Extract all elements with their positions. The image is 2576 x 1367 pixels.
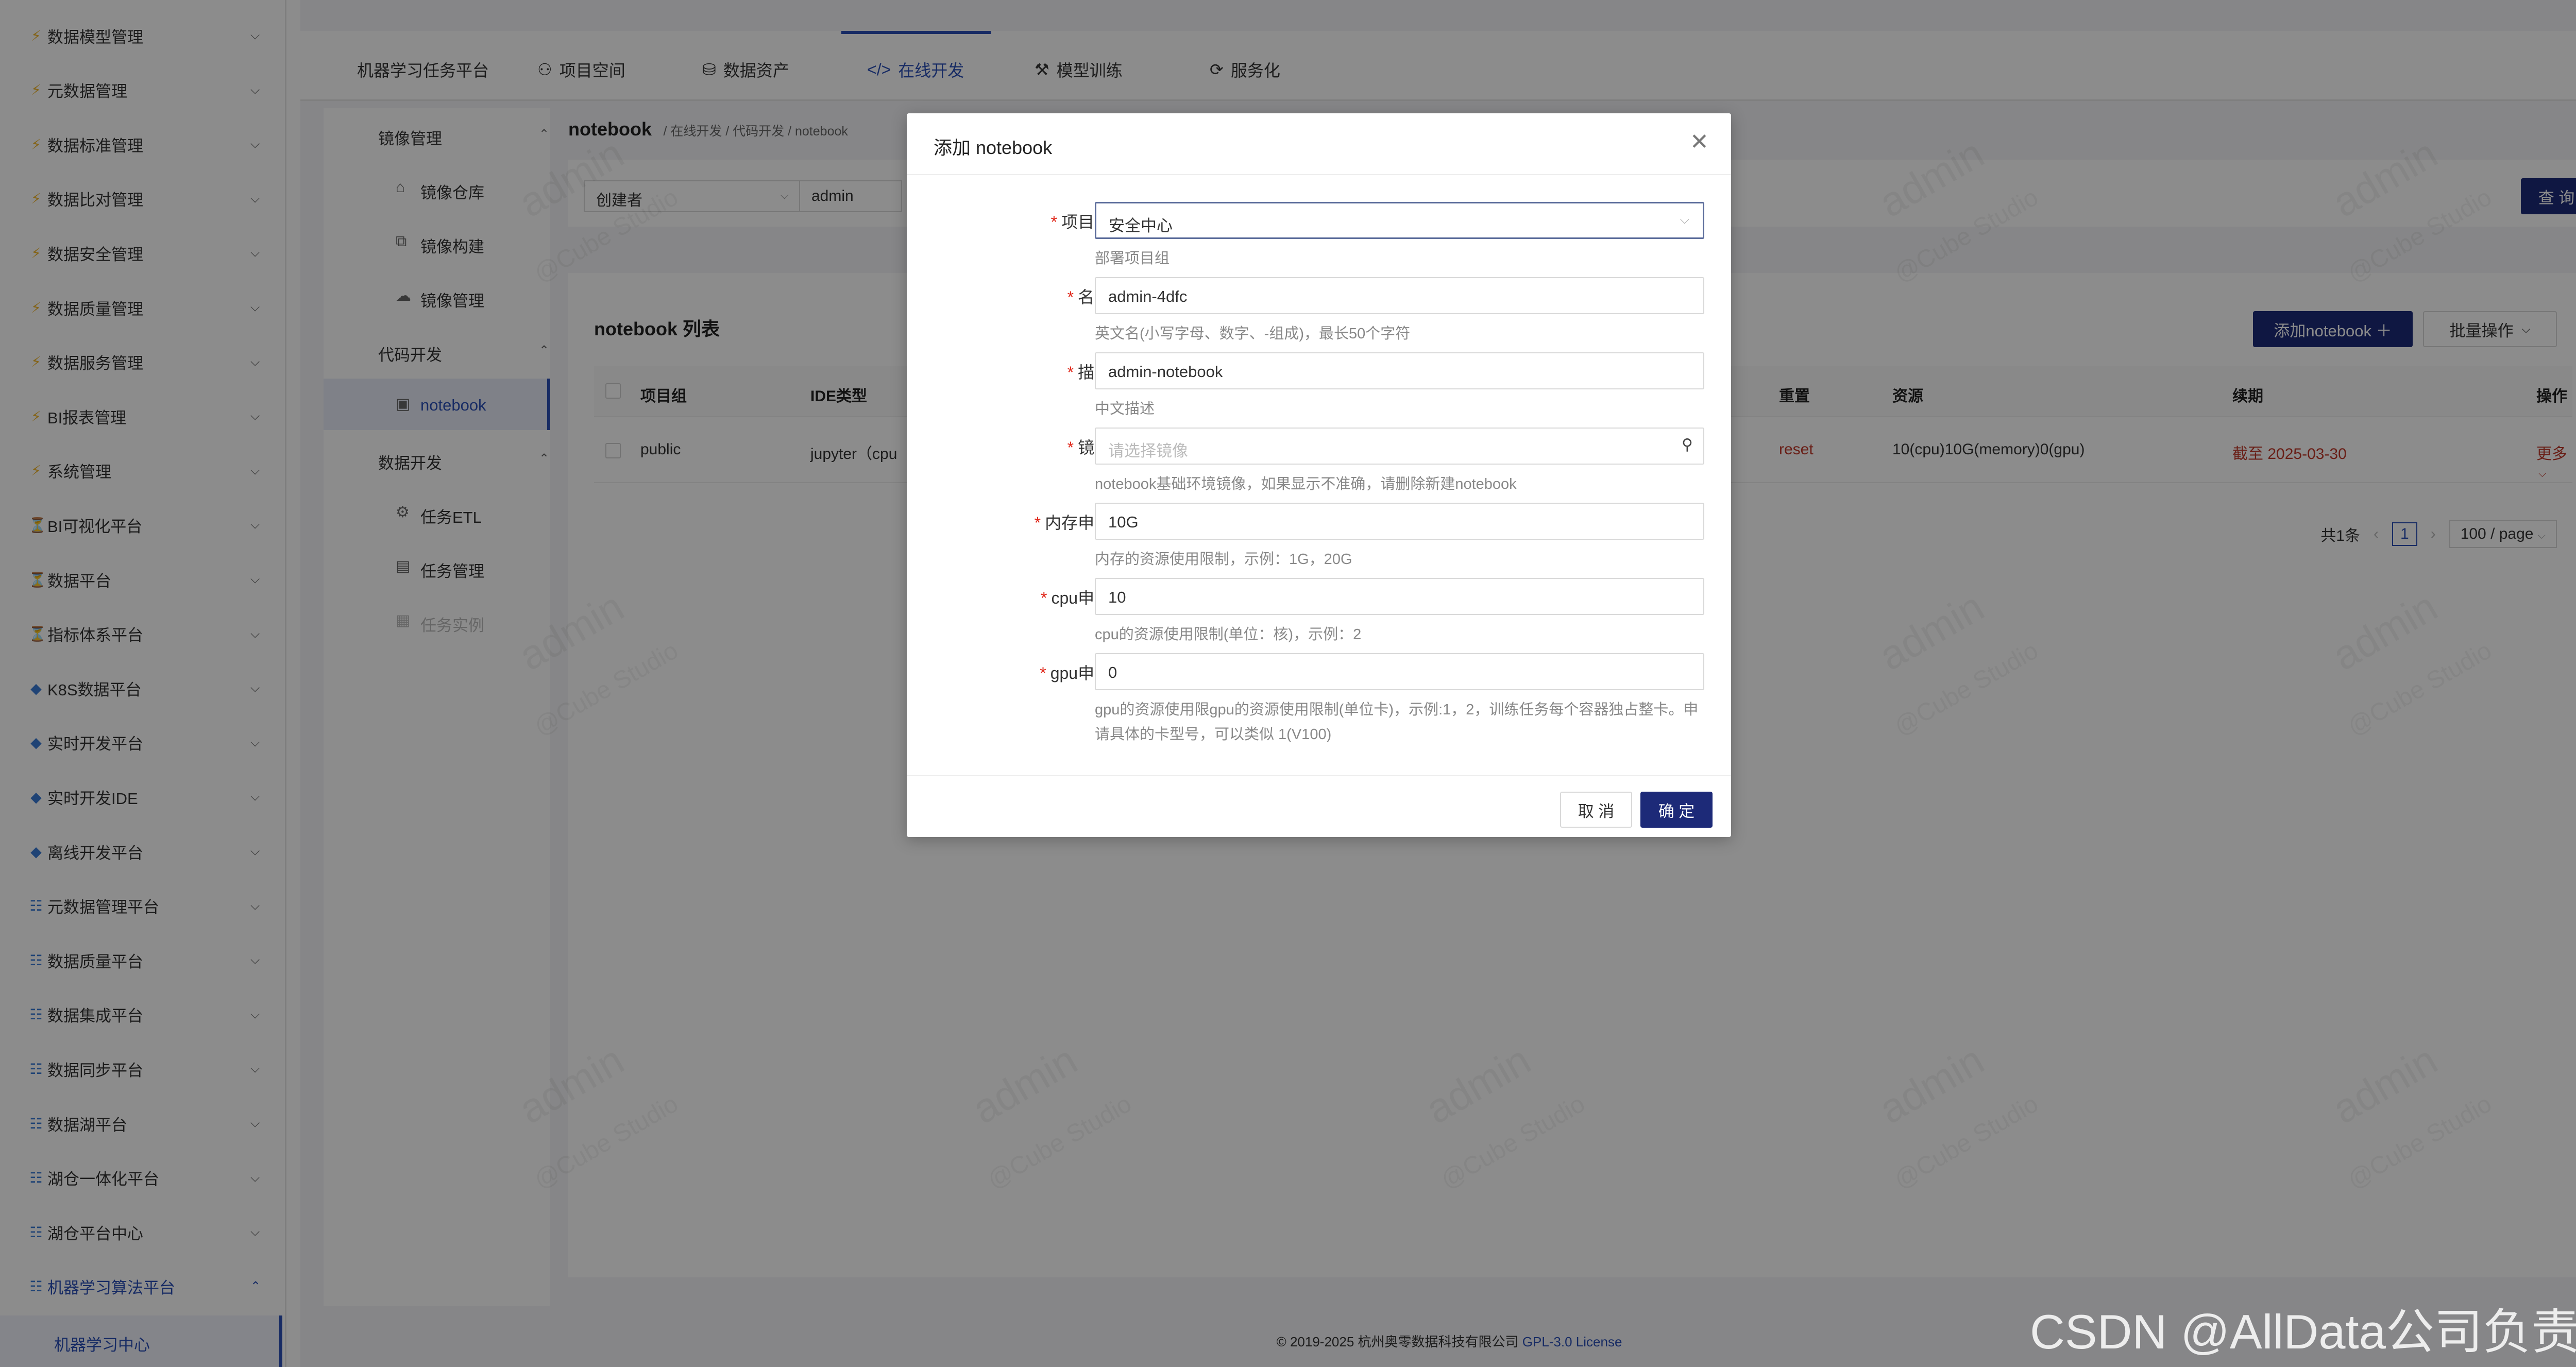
memory-value: 10G (1108, 513, 1139, 531)
cancel-button[interactable]: 取 消 (1560, 792, 1632, 828)
cpu-value: 10 (1108, 588, 1126, 606)
csdn-watermark: CSDN @AllData公司负责人 (2030, 1305, 2576, 1359)
dialog-footer: 取 消 确 定 (907, 775, 1731, 837)
add-notebook-dialog: 添加 notebook ✕ *项目组: 安全中心 ⌵ 部署项目组 *名称: ad… (907, 113, 1731, 837)
field-help: 部署项目组 (1095, 250, 1170, 267)
search-icon[interactable]: ⚲ (1682, 436, 1693, 454)
cpu-input[interactable]: 10 (1095, 578, 1704, 615)
field-help: notebook基础环境镜像，如果显示不准确，请删除新建notebook (1095, 476, 1517, 492)
field-help: 内存的资源使用限制，示例：1G，20G (1095, 551, 1352, 568)
chevron-down-icon: ⌵ (1680, 213, 1689, 227)
name-value: admin-4dfc (1108, 287, 1188, 305)
description-input[interactable]: admin-notebook (1095, 352, 1704, 389)
dialog-header: 添加 notebook ✕ (907, 113, 1731, 175)
field-help: 英文名(小写字母、数字、-组成)，最长50个字符 (1095, 326, 1411, 342)
memory-input[interactable]: 10G (1095, 503, 1704, 540)
field-help: 中文描述 (1095, 401, 1155, 417)
project-group-select[interactable]: 安全中心 ⌵ (1095, 202, 1704, 239)
gpu-input[interactable]: 0 (1095, 653, 1704, 690)
close-icon[interactable]: ✕ (1690, 129, 1709, 155)
name-input[interactable]: admin-4dfc (1095, 277, 1704, 314)
gpu-value: 0 (1108, 663, 1117, 681)
image-placeholder: 请选择镜像 (1108, 442, 1188, 460)
field-help: cpu的资源使用限制(单位：核)，示例：2 (1095, 626, 1362, 643)
description-value: admin-notebook (1108, 363, 1223, 381)
confirm-button[interactable]: 确 定 (1640, 792, 1713, 828)
image-select[interactable]: 请选择镜像 ⚲ (1095, 428, 1704, 465)
field-help: gpu的资源使用限gpu的资源使用限制(单位卡)，示例:1，2，训练任务每个容器… (1095, 702, 1699, 743)
project-group-value: 安全中心 (1109, 217, 1173, 235)
dialog-title: 添加 notebook (934, 137, 1053, 158)
